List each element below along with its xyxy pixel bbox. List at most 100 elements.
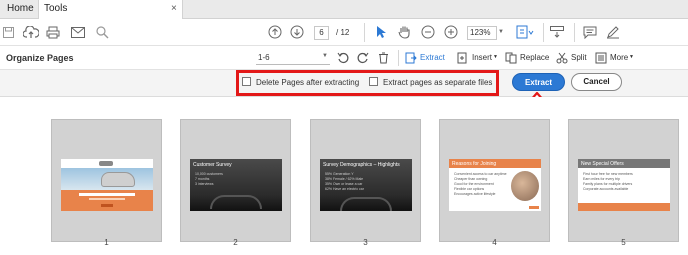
- page-number-input[interactable]: 6: [314, 26, 329, 40]
- slide-4-bullet: Cheaper than owning: [454, 177, 488, 181]
- insert-tool-label: Insert: [472, 53, 493, 62]
- slide-1-preview: [61, 159, 153, 211]
- save-icon[interactable]: [2, 25, 14, 39]
- slide-4-bullet: Flexible car options: [454, 187, 485, 191]
- slide-4-footer-bar: [529, 206, 539, 209]
- delete-icon[interactable]: [376, 51, 390, 65]
- steering-wheel-image: [340, 197, 392, 211]
- replace-tool-label: Replace: [520, 53, 550, 62]
- rotate-right-icon[interactable]: [356, 51, 370, 65]
- previous-page-icon[interactable]: [267, 24, 283, 40]
- delete-pages-checkbox[interactable]: [242, 77, 251, 86]
- replace-tool-button[interactable]: Replace: [505, 50, 550, 66]
- split-tool-label: Split: [571, 53, 587, 62]
- slide-4-bullet: Convenient access to car anytime: [454, 172, 507, 176]
- extract-icon: [405, 52, 417, 64]
- tab-tools-label: Tools: [44, 3, 68, 14]
- people-photo-image: [511, 171, 539, 201]
- extract-button[interactable]: Extract: [512, 73, 565, 91]
- page-number-3: 3: [363, 238, 368, 247]
- slide-3-bullet: 55% Generation Y: [325, 172, 354, 176]
- page-number-2: 2: [233, 238, 238, 247]
- separate-files-checkbox[interactable]: [369, 77, 378, 86]
- replace-icon: [505, 52, 517, 64]
- pen-icon[interactable]: [605, 24, 621, 40]
- extract-tool-button[interactable]: Extract: [405, 50, 450, 66]
- car-image: [101, 172, 135, 187]
- slide-2-bullet: 3 interviews: [195, 182, 214, 186]
- slide-2-bullet: 10,000 customers: [195, 172, 223, 176]
- slide-5-bullet: First hour free for new members: [583, 172, 633, 176]
- slide-3-bullet: 35% Own or lease a car: [325, 182, 363, 186]
- page-range-select[interactable]: 1-6 ▼: [256, 51, 330, 65]
- page-number-4: 4: [492, 238, 497, 247]
- zoom-dropdown-icon[interactable]: ▼: [497, 26, 505, 38]
- page-thumbnail-4[interactable]: Reasons for Joining Convenient access to…: [439, 119, 550, 242]
- tab-tools[interactable]: Tools: [38, 0, 183, 20]
- zoom-in-icon[interactable]: [443, 24, 459, 40]
- slide-5-preview: New Special Offers First hour free for n…: [578, 159, 670, 211]
- slide-2-title: Customer Survey: [193, 162, 232, 168]
- close-tab-icon[interactable]: ×: [171, 3, 177, 14]
- rotate-left-icon[interactable]: [336, 51, 350, 65]
- slide-2-bullet: 7 months: [195, 177, 210, 181]
- slide-subtitle-bar: [89, 198, 125, 200]
- slide-5-title: New Special Offers: [581, 161, 624, 167]
- page-number-5: 5: [621, 238, 626, 247]
- tab-home[interactable]: Home: [2, 0, 39, 19]
- slide-3-bullet: 38% Female / 62% Male: [325, 177, 364, 181]
- slide-4-bullet: Good for the environment: [454, 182, 494, 186]
- slide-2-preview: Customer Survey 10,000 customers 7 month…: [190, 159, 282, 211]
- delete-pages-label: Delete Pages after extracting: [256, 78, 360, 87]
- chevron-down-icon: ▼: [322, 53, 328, 59]
- page-thumbnail-1[interactable]: [51, 119, 162, 242]
- cloud-upload-icon[interactable]: [22, 24, 40, 40]
- page-thumbnail-2[interactable]: Customer Survey 10,000 customers 7 month…: [180, 119, 291, 242]
- more-dropdown-icon: ▼: [629, 54, 634, 60]
- zoom-level-input[interactable]: 123%: [467, 26, 497, 40]
- organize-pages-title: Organize Pages: [6, 53, 74, 63]
- insert-tool-button[interactable]: Insert ▼: [457, 50, 499, 66]
- scissors-icon: [556, 52, 568, 64]
- fit-page-icon[interactable]: [515, 24, 535, 40]
- slide-5-bullet: Earn miles for every trip: [583, 177, 620, 181]
- more-icon: [595, 52, 607, 64]
- slide-title-bar: [79, 193, 135, 196]
- page-thumbnail-5[interactable]: New Special Offers First hour free for n…: [568, 119, 679, 242]
- slide-5-footer-bar: [578, 203, 670, 211]
- slide-logo-icon: [99, 161, 113, 166]
- slide-3-bullet: 62% Have an electric car: [325, 187, 364, 191]
- slide-5-bullet: Corporate accounts available: [583, 187, 629, 191]
- slide-3-title: Survey Demographics – Highlights: [323, 162, 400, 168]
- page-total: / 12: [336, 28, 350, 37]
- next-page-icon[interactable]: [289, 24, 305, 40]
- separate-files-label: Extract pages as separate files: [383, 78, 493, 87]
- print-icon[interactable]: [45, 24, 61, 40]
- split-tool-button[interactable]: Split: [556, 50, 588, 66]
- slide-3-preview: Survey Demographics – Highlights 55% Gen…: [320, 159, 412, 211]
- more-tool-label: More: [610, 53, 629, 62]
- slide-4-title: Reasons for Joining: [452, 161, 497, 167]
- page-range-value: 1-6: [258, 53, 270, 62]
- insert-dropdown-icon: ▼: [493, 54, 498, 60]
- comment-icon[interactable]: [582, 24, 598, 40]
- cancel-button[interactable]: Cancel: [571, 73, 622, 91]
- insert-icon: [457, 52, 467, 64]
- slide-4-preview: Reasons for Joining Convenient access to…: [449, 159, 541, 211]
- read-mode-icon[interactable]: [549, 24, 565, 40]
- select-tool-icon[interactable]: [374, 24, 388, 40]
- slide-4-bullet: Encourages active lifestyle: [454, 192, 496, 196]
- zoom-level-value: 123%: [470, 28, 491, 37]
- page-thumbnail-3[interactable]: Survey Demographics – Highlights 55% Gen…: [310, 119, 421, 242]
- extract-tool-label: Extract: [420, 53, 445, 62]
- email-icon[interactable]: [70, 24, 86, 40]
- more-tool-button[interactable]: More ▼: [595, 50, 634, 66]
- search-icon[interactable]: [94, 24, 110, 40]
- slide-5-bullet: Family plans for multiple drivers: [583, 182, 633, 186]
- hand-tool-icon[interactable]: [396, 24, 412, 40]
- zoom-out-icon[interactable]: [420, 24, 436, 40]
- tab-bar: Home Tools ×: [0, 0, 688, 20]
- slide-button-bar: [101, 204, 113, 207]
- page-number-1: 1: [104, 238, 109, 247]
- steering-wheel-image: [210, 195, 262, 209]
